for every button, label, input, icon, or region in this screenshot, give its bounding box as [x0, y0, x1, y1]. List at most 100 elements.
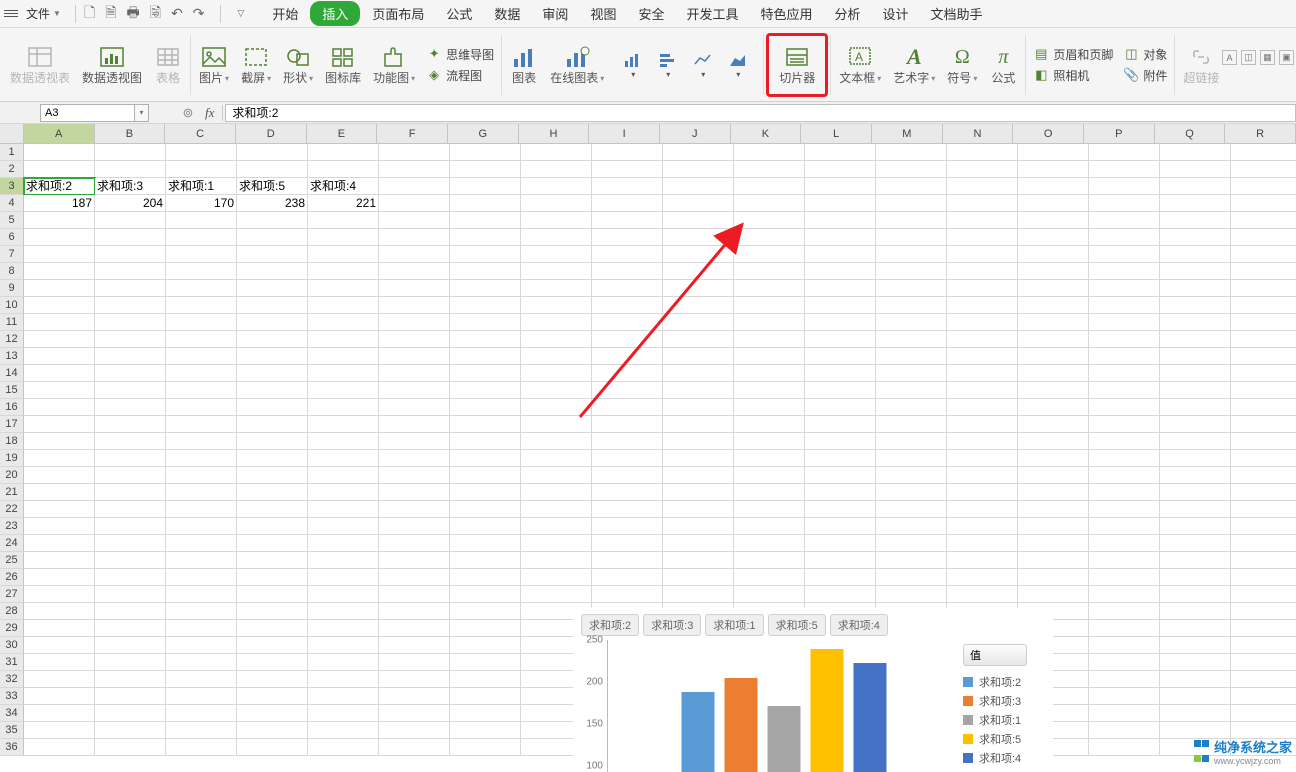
cell-P21[interactable] [1089, 484, 1160, 501]
cell-N12[interactable] [947, 331, 1018, 348]
cell-J17[interactable] [663, 416, 734, 433]
tab-视图[interactable]: 视图 [580, 1, 626, 26]
row-header-21[interactable]: 21 [0, 484, 24, 501]
cell-H5[interactable] [521, 212, 592, 229]
cell-D5[interactable] [237, 212, 308, 229]
cell-B13[interactable] [95, 348, 166, 365]
cell-D15[interactable] [237, 382, 308, 399]
cell-P18[interactable] [1089, 433, 1160, 450]
cell-P28[interactable] [1089, 603, 1160, 620]
undo-icon[interactable]: ↶ [171, 5, 183, 22]
cell-M11[interactable] [876, 314, 947, 331]
cell-I20[interactable] [592, 467, 663, 484]
cell-M25[interactable] [876, 552, 947, 569]
cell-G23[interactable] [450, 518, 521, 535]
cell-A1[interactable] [24, 144, 95, 161]
cell-F24[interactable] [379, 535, 450, 552]
cell-D7[interactable] [237, 246, 308, 263]
cell-K5[interactable] [734, 212, 805, 229]
cell-B24[interactable] [95, 535, 166, 552]
cell-O10[interactable] [1018, 297, 1089, 314]
cell-F22[interactable] [379, 501, 450, 518]
cell-O16[interactable] [1018, 399, 1089, 416]
cell-A14[interactable] [24, 365, 95, 382]
cell-I4[interactable] [592, 195, 663, 212]
cell-G10[interactable] [450, 297, 521, 314]
cell-R23[interactable] [1231, 518, 1296, 535]
cell-H7[interactable] [521, 246, 592, 263]
cell-Q9[interactable] [1160, 280, 1231, 297]
rt-btn-2[interactable]: ◫ [1241, 50, 1256, 65]
cell-C18[interactable] [166, 433, 237, 450]
cell-D14[interactable] [237, 365, 308, 382]
cell-C23[interactable] [166, 518, 237, 535]
cell-Q3[interactable] [1160, 178, 1231, 195]
bar-chart-dropdown[interactable]: ▾ [616, 50, 650, 79]
cell-A3[interactable]: 求和项:2 [24, 178, 95, 195]
cell-C22[interactable] [166, 501, 237, 518]
cell-L1[interactable] [805, 144, 876, 161]
bar-求和项:3[interactable] [724, 678, 757, 772]
tab-安全[interactable]: 安全 [628, 1, 674, 26]
cell-M3[interactable] [876, 178, 947, 195]
row-header-27[interactable]: 27 [0, 586, 24, 603]
cell-A8[interactable] [24, 263, 95, 280]
cell-J7[interactable] [663, 246, 734, 263]
cell-Q2[interactable] [1160, 161, 1231, 178]
cell-O21[interactable] [1018, 484, 1089, 501]
cell-I24[interactable] [592, 535, 663, 552]
cell-E22[interactable] [308, 501, 379, 518]
cell-G8[interactable] [450, 263, 521, 280]
cell-B34[interactable] [95, 705, 166, 722]
cell-C36[interactable] [166, 739, 237, 756]
cell-K8[interactable] [734, 263, 805, 280]
cell-C21[interactable] [166, 484, 237, 501]
cell-I7[interactable] [592, 246, 663, 263]
rt-btn-1[interactable]: A [1222, 50, 1237, 65]
cell-K15[interactable] [734, 382, 805, 399]
cell-J9[interactable] [663, 280, 734, 297]
cell-C35[interactable] [166, 722, 237, 739]
col-header-F[interactable]: F [377, 124, 448, 143]
cell-B4[interactable]: 204 [95, 195, 166, 212]
cell-E34[interactable] [308, 705, 379, 722]
col-header-I[interactable]: I [589, 124, 660, 143]
cell-O4[interactable] [1018, 195, 1089, 212]
cell-B6[interactable] [95, 229, 166, 246]
row-header-4[interactable]: 4 [0, 195, 24, 212]
cell-E13[interactable] [308, 348, 379, 365]
cell-A23[interactable] [24, 518, 95, 535]
screenshot-button[interactable]: 截屏▾ [235, 28, 277, 101]
cell-L8[interactable] [805, 263, 876, 280]
cell-J27[interactable] [663, 586, 734, 603]
cell-K19[interactable] [734, 450, 805, 467]
cell-G4[interactable] [450, 195, 521, 212]
bar-求和项:1[interactable] [767, 706, 800, 772]
cell-M26[interactable] [876, 569, 947, 586]
cell-F9[interactable] [379, 280, 450, 297]
cell-J12[interactable] [663, 331, 734, 348]
cell-Q7[interactable] [1160, 246, 1231, 263]
cell-F8[interactable] [379, 263, 450, 280]
cell-B19[interactable] [95, 450, 166, 467]
cell-B20[interactable] [95, 467, 166, 484]
cell-D6[interactable] [237, 229, 308, 246]
spreadsheet-grid[interactable]: ABCDEFGHIJKLMNOPQR 123求和项:2求和项:3求和项:1求和项… [0, 124, 1296, 772]
cell-O6[interactable] [1018, 229, 1089, 246]
cell-H27[interactable] [521, 586, 592, 603]
cell-K14[interactable] [734, 365, 805, 382]
cell-A13[interactable] [24, 348, 95, 365]
cell-N15[interactable] [947, 382, 1018, 399]
cell-J6[interactable] [663, 229, 734, 246]
cell-D34[interactable] [237, 705, 308, 722]
cell-E30[interactable] [308, 637, 379, 654]
row-header-13[interactable]: 13 [0, 348, 24, 365]
cell-C20[interactable] [166, 467, 237, 484]
cell-N7[interactable] [947, 246, 1018, 263]
picture-button[interactable]: 图片▾ [193, 28, 235, 101]
cell-R7[interactable] [1231, 246, 1296, 263]
cell-N5[interactable] [947, 212, 1018, 229]
cell-L24[interactable] [805, 535, 876, 552]
cell-J3[interactable] [663, 178, 734, 195]
fx-icon[interactable]: fx [205, 105, 214, 121]
